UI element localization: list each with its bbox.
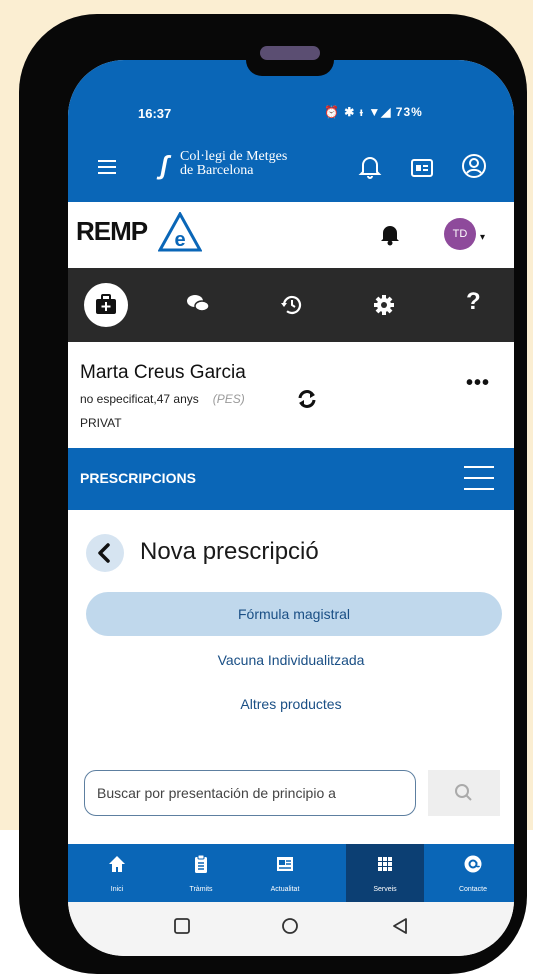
avatar-dropdown-icon[interactable]: ▾ <box>480 232 485 243</box>
option-vacuna-individualitzada[interactable]: Vacuna Individualitzada <box>68 652 514 668</box>
settings-icon[interactable] <box>372 293 396 322</box>
history-icon[interactable] <box>280 293 304 322</box>
app-header: 16:37 ⏰ ✱ ᵻ ▼◢ 73% ʃ Col·legi de Metges … <box>68 60 514 202</box>
at-icon <box>463 854 483 879</box>
section-header: PRESCRIPCIONS <box>68 448 514 510</box>
search-button[interactable] <box>428 770 500 816</box>
rempe-header: REMP e TD ▾ <box>68 202 514 268</box>
patient-age: no especificat,47 anys <box>80 392 199 406</box>
phone-screen: 16:37 ⏰ ✱ ᵻ ▼◢ 73% ʃ Col·legi de Metges … <box>68 60 514 956</box>
notifications-bell-icon[interactable] <box>358 154 382 185</box>
page-title: Nova prescripció <box>140 538 319 565</box>
patient-weight: (PES) <box>212 392 245 406</box>
id-card-icon[interactable] <box>410 158 434 183</box>
nav-label: Tràmits <box>189 886 213 893</box>
rempe-bell-icon[interactable] <box>380 224 400 251</box>
user-avatar[interactable]: TD <box>444 218 476 250</box>
more-options-icon[interactable]: ••• <box>466 372 490 395</box>
app-bar: ʃ Col·legi de Metges de Barcelona <box>68 138 514 198</box>
camera-notch <box>246 28 334 76</box>
grid-icon <box>375 854 395 879</box>
nav-label: Serveis <box>373 886 397 893</box>
nav-tramits[interactable]: Tràmits <box>162 844 240 902</box>
patient-details: no especificat,47 anys (PES) <box>80 392 245 406</box>
nav-label: Contacte <box>458 886 488 893</box>
patient-info: Marta Creus Garcia no especificat,47 any… <box>68 342 514 448</box>
nav-inici[interactable]: Inici <box>78 844 156 902</box>
option-formula-magistral[interactable]: Fórmula magistral <box>86 592 502 636</box>
clipboard-icon <box>191 854 211 879</box>
section-title: PRESCRIPCIONS <box>80 470 196 486</box>
search-icon <box>455 784 472 801</box>
system-navigation-bar <box>68 902 514 956</box>
status-time: 16:37 <box>138 106 172 121</box>
recent-apps-icon[interactable] <box>172 916 192 941</box>
home-icon <box>107 854 127 879</box>
medical-kit-icon <box>95 294 117 321</box>
section-menu-icon[interactable] <box>464 466 494 499</box>
hamburger-menu-icon[interactable] <box>98 160 116 174</box>
patient-plan: PRIVAT <box>80 416 122 430</box>
nav-contacte[interactable]: Contacte <box>434 844 512 902</box>
chat-icon[interactable] <box>186 293 210 320</box>
back-triangle-icon[interactable] <box>390 916 410 941</box>
back-button[interactable] <box>86 534 124 572</box>
nav-label: Inici <box>110 886 124 893</box>
bottom-navigation: Inici Tràmits Actualitat Serveis Contact… <box>68 844 514 902</box>
rempe-logo-e-icon: e <box>157 210 203 257</box>
logo-line-1: Col·legi de Metges <box>180 149 288 164</box>
rempe-logo: REMP <box>76 216 148 246</box>
home-button-icon[interactable] <box>280 916 300 941</box>
nav-actualitat[interactable]: Actualitat <box>246 844 324 902</box>
college-logo-text: Col·legi de Metges de Barcelona <box>180 150 287 178</box>
news-icon <box>275 854 295 879</box>
search-input[interactable] <box>84 770 416 816</box>
patient-name: Marta Creus Garcia <box>80 362 246 383</box>
prescriptions-tab[interactable] <box>84 283 128 327</box>
nav-label: Actualitat <box>270 886 300 893</box>
college-logo-icon: ʃ <box>160 150 169 180</box>
status-icons: ⏰ ✱ ᵻ ▼◢ 73% <box>324 105 423 119</box>
nav-serveis[interactable]: Serveis <box>346 844 424 902</box>
logo-line-2: de Barcelona <box>180 163 254 178</box>
help-icon[interactable]: ? <box>466 288 481 316</box>
option-altres-productes[interactable]: Altres productes <box>68 696 514 712</box>
module-toolbar: ? <box>68 268 514 342</box>
refresh-icon[interactable] <box>296 388 318 415</box>
chevron-left-icon <box>98 543 110 563</box>
phone-frame: 16:37 ⏰ ✱ ᵻ ▼◢ 73% ʃ Col·legi de Metges … <box>19 14 527 974</box>
svg-text:e: e <box>174 229 185 251</box>
camera-pill <box>260 46 320 60</box>
user-profile-icon[interactable] <box>460 152 488 185</box>
